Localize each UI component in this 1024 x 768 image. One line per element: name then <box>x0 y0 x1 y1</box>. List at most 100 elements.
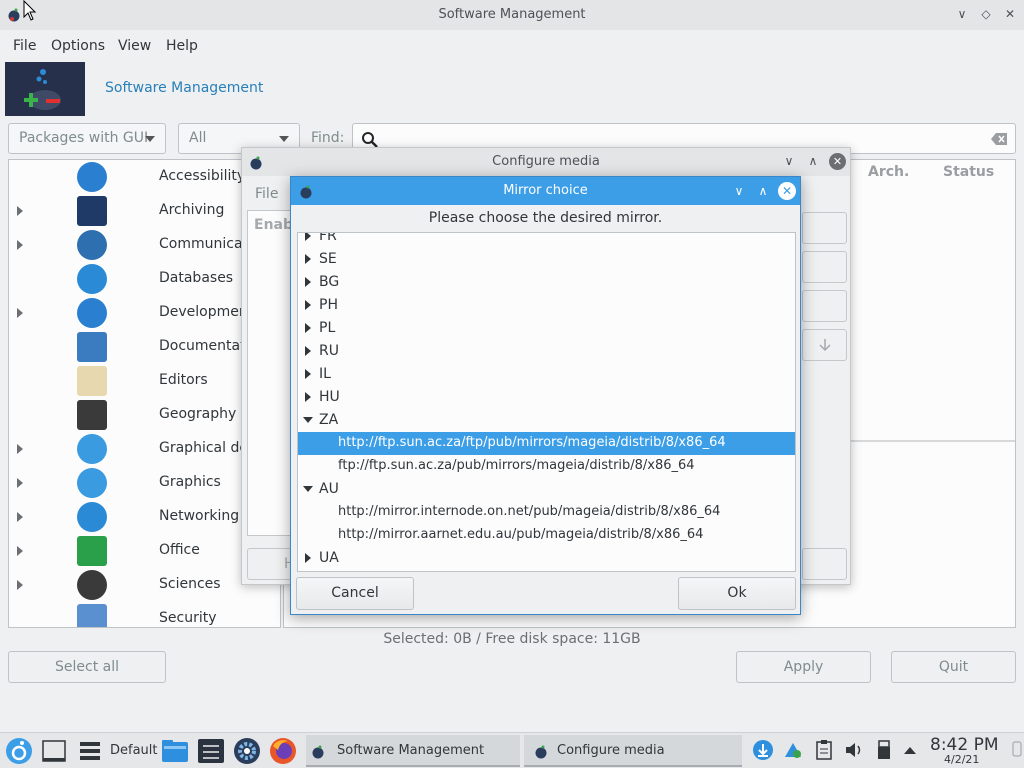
collapse-arrow-icon[interactable] <box>303 486 313 492</box>
clock-time[interactable]: 8:42 PM <box>930 735 999 755</box>
app-launcher-icon[interactable] <box>4 736 34 766</box>
expand-arrow-icon[interactable] <box>17 546 23 556</box>
maximize-button[interactable]: ∧ <box>806 154 820 168</box>
category-item[interactable]: Security <box>9 602 280 627</box>
tray-expand-icon[interactable] <box>902 743 918 757</box>
column-header-status[interactable]: Status <box>943 164 994 180</box>
country-label: FR <box>319 232 337 244</box>
media-action-button[interactable] <box>802 212 847 244</box>
expand-arrow-icon[interactable] <box>305 277 311 287</box>
network-status-icon[interactable] <box>782 739 804 761</box>
country-node[interactable]: IL <box>298 363 795 386</box>
firefox-icon[interactable] <box>267 736 299 766</box>
expand-arrow-icon[interactable] <box>305 323 311 333</box>
column-header-arch[interactable]: Arch. <box>868 164 909 180</box>
clock-date[interactable]: 4/2/21 <box>944 753 979 766</box>
menu-help[interactable]: Help <box>166 38 198 54</box>
task-software-management[interactable]: Software Management <box>306 735 520 767</box>
expand-arrow-icon[interactable] <box>305 233 311 241</box>
update-notifier-icon[interactable] <box>752 739 774 761</box>
task-configure-media[interactable]: Configure media <box>524 735 742 767</box>
show-desktop-icon[interactable] <box>40 736 68 766</box>
app-logo <box>5 62 85 116</box>
clipboard-icon[interactable] <box>814 739 834 761</box>
activity-switcher-icon[interactable] <box>76 736 104 766</box>
expand-arrow-icon[interactable] <box>17 478 23 488</box>
close-button[interactable]: ✕ <box>1003 7 1017 21</box>
maximize-button[interactable]: ◇ <box>979 7 993 21</box>
country-node[interactable]: BG <box>298 271 795 294</box>
database-icon <box>77 264 107 294</box>
configure-media-ok-button[interactable] <box>802 548 847 580</box>
expand-arrow-icon[interactable] <box>305 346 311 356</box>
country-label: PH <box>319 297 338 313</box>
accessibility-icon <box>77 162 107 192</box>
apply-button[interactable]: Apply <box>736 651 871 683</box>
close-button[interactable]: ✕ <box>778 182 796 200</box>
country-node[interactable]: FR <box>298 232 795 248</box>
minimize-button[interactable]: ∨ <box>782 154 796 168</box>
expand-arrow-icon[interactable] <box>305 392 311 402</box>
collapse-arrow-icon[interactable] <box>303 417 313 423</box>
expand-arrow-icon[interactable] <box>17 240 23 250</box>
mirror-item[interactable]: ftp://ftp.sun.ac.za/pub/mirrors/mageia/d… <box>298 455 795 478</box>
activity-label[interactable]: Default <box>110 743 158 758</box>
volume-icon[interactable] <box>843 739 865 761</box>
close-button[interactable]: ✕ <box>829 153 846 170</box>
country-node[interactable]: RU <box>298 340 795 363</box>
mirror-tree[interactable]: FR SE BG PH PL RU IL HU ZA http://ftp.sun.ac.za/f… <box>297 232 796 572</box>
expand-arrow-icon[interactable] <box>17 512 23 522</box>
column-header-enabled[interactable]: Enab <box>254 217 293 233</box>
menu-file[interactable]: File <box>13 38 36 54</box>
panel-edit-icon[interactable] <box>1012 741 1022 759</box>
country-node[interactable]: PL <box>298 317 795 340</box>
mirror-item[interactable]: http://mirror.internode.on.net/pub/magei… <box>298 501 795 524</box>
clear-input-icon[interactable] <box>991 133 1007 145</box>
mirror-item[interactable]: http://ftp.sun.ac.za/ftp/pub/mirrors/mag… <box>298 432 795 455</box>
status-text: Selected: 0B / Free disk space: 11GB <box>383 631 641 647</box>
country-node[interactable]: ZA <box>298 409 795 432</box>
package-type-combo[interactable]: Packages with GUI <box>8 123 166 154</box>
category-label: Databases <box>159 270 234 286</box>
cancel-button[interactable]: Cancel <box>296 577 414 610</box>
country-node[interactable]: PH <box>298 294 795 317</box>
expand-arrow-icon[interactable] <box>305 553 311 563</box>
removable-device-icon[interactable] <box>874 739 894 761</box>
scope-value: All <box>189 130 207 146</box>
media-action-button[interactable] <box>802 251 847 283</box>
country-node[interactable]: HU <box>298 386 795 409</box>
file-manager-icon[interactable] <box>160 736 190 766</box>
minimize-button[interactable]: ∨ <box>955 7 969 21</box>
expand-arrow-icon[interactable] <box>17 308 23 318</box>
mirror-choice-titlebar[interactable]: Mirror choice ∨ ∧ ✕ <box>291 177 800 205</box>
expand-arrow-icon[interactable] <box>305 300 311 310</box>
menu-options[interactable]: Options <box>51 38 105 54</box>
expand-arrow-icon[interactable] <box>305 254 311 264</box>
country-node[interactable]: SE <box>298 248 795 271</box>
country-node[interactable]: AU <box>298 478 795 501</box>
move-down-button[interactable] <box>802 329 847 361</box>
minimize-button[interactable]: ∨ <box>731 183 747 199</box>
control-center-icon[interactable] <box>231 736 263 766</box>
editor-icon <box>77 366 107 396</box>
expand-arrow-icon[interactable] <box>17 444 23 454</box>
category-label: Sciences <box>159 576 221 592</box>
main-titlebar[interactable]: Software Management ∨ ◇ ✕ <box>0 0 1024 30</box>
configure-media-titlebar[interactable]: Configure media ∨ ∧ ✕ <box>242 148 850 176</box>
app-bomb-icon <box>312 745 324 759</box>
expand-arrow-icon[interactable] <box>17 580 23 590</box>
media-action-button[interactable] <box>802 290 847 322</box>
quit-button[interactable]: Quit <box>891 651 1016 683</box>
maximize-button[interactable]: ∧ <box>755 183 771 199</box>
country-node[interactable]: UA <box>298 547 795 570</box>
mirror-item[interactable]: http://mirror.aarnet.edu.au/pub/mageia/d… <box>298 524 795 547</box>
menu-view[interactable]: View <box>118 38 151 54</box>
chevron-down-icon <box>279 136 289 142</box>
configure-media-menu-file[interactable]: File <box>255 186 278 202</box>
expand-arrow-icon[interactable] <box>305 369 311 379</box>
system-settings-icon[interactable] <box>196 736 226 766</box>
ok-button[interactable]: Ok <box>678 577 796 610</box>
expand-arrow-icon[interactable] <box>17 206 23 216</box>
select-all-button[interactable]: Select all <box>8 651 166 683</box>
mageia-logo-icon <box>24 69 61 110</box>
